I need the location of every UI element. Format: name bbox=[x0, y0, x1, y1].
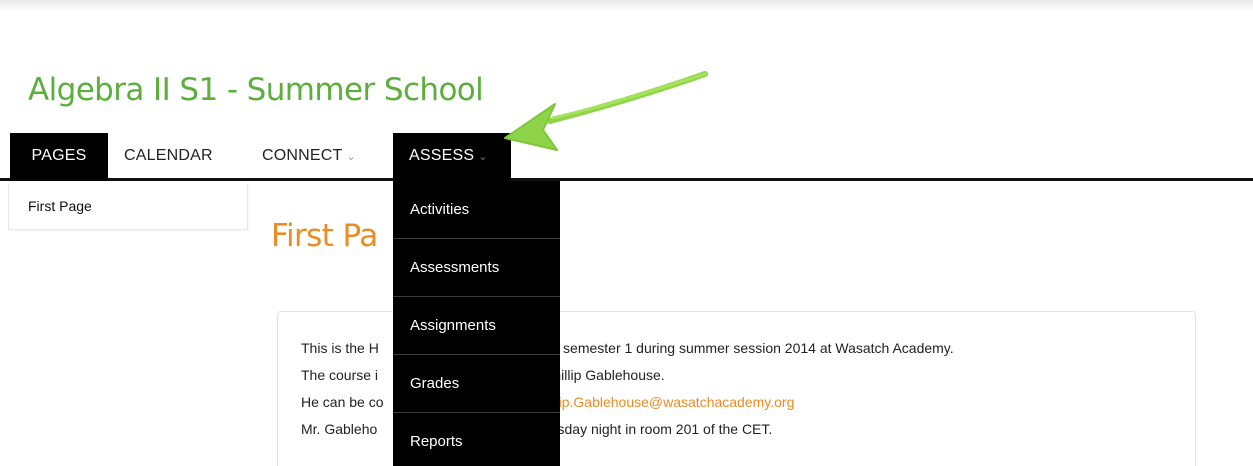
menu-item-assessments[interactable]: Assessments bbox=[393, 239, 560, 297]
email-link[interactable]: hillip.Gablehouse@wasatchacademy.org bbox=[542, 394, 795, 410]
sidebar-item-first-page[interactable]: First Page bbox=[28, 198, 92, 214]
nav-calendar[interactable]: CALENDAR bbox=[124, 133, 213, 181]
nav-connect-label: CONNECT bbox=[262, 147, 343, 164]
page-title: First Pa bbox=[271, 218, 378, 254]
nav-pages-label: PAGES bbox=[31, 147, 87, 164]
nav-connect[interactable]: CONNECT ⌄ bbox=[262, 133, 356, 181]
content-text: hursday night in room 201 of the CET. bbox=[537, 421, 773, 437]
content-text: He can be co bbox=[301, 394, 384, 410]
content-text: Mr. Gableho bbox=[301, 421, 378, 437]
content-text: The course i bbox=[301, 367, 379, 383]
menu-item-reports[interactable]: Reports bbox=[393, 413, 560, 466]
chevron-down-icon: ⌄ bbox=[346, 151, 356, 163]
green-arrow-annotation-icon bbox=[504, 71, 708, 151]
content-text: 2 - semester 1 during summer session 201… bbox=[542, 340, 954, 356]
chevron-down-icon: ⌄ bbox=[478, 151, 488, 163]
sidebar: First Page bbox=[8, 184, 248, 230]
browser-top-shadow bbox=[0, 0, 1253, 12]
menu-item-activities[interactable]: Activities bbox=[393, 181, 560, 239]
course-title: Algebra II S1 - Summer School bbox=[28, 72, 484, 108]
nav-calendar-label: CALENDAR bbox=[124, 147, 213, 164]
assess-dropdown-menu: Activities Assessments Assignments Grade… bbox=[393, 181, 560, 466]
content-text: This is the H bbox=[301, 340, 379, 356]
content-text: Phillip Gablehouse. bbox=[544, 367, 665, 383]
menu-item-grades[interactable]: Grades bbox=[393, 355, 560, 413]
nav-pages[interactable]: PAGES bbox=[10, 133, 108, 181]
nav-assess-label: ASSESS bbox=[409, 147, 475, 164]
menu-item-assignments[interactable]: Assignments bbox=[393, 297, 560, 355]
nav-assess[interactable]: ASSESS ⌄ bbox=[393, 133, 511, 181]
